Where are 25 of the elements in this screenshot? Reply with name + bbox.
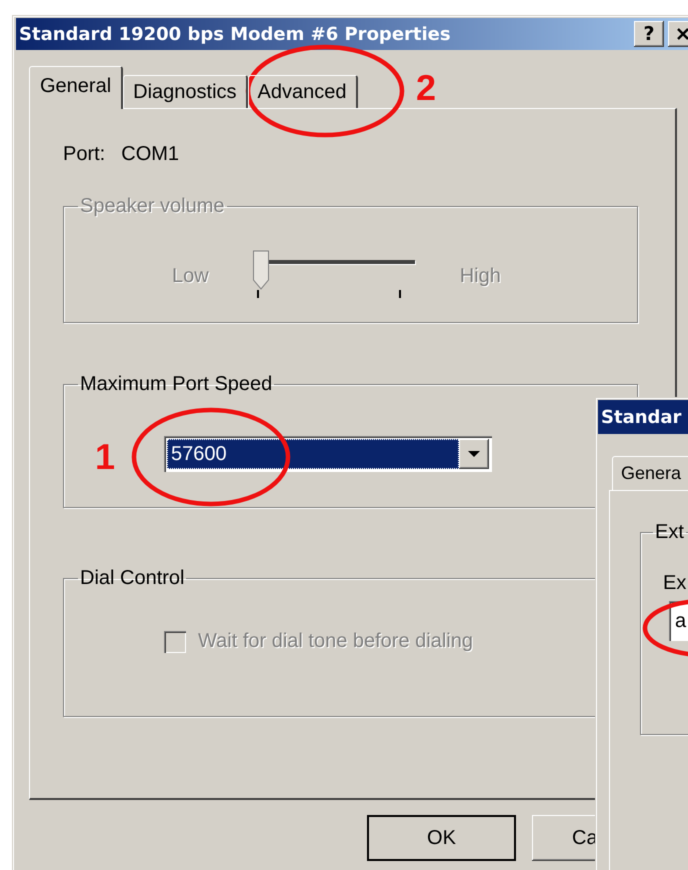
dropdown-value: 57600 <box>167 439 459 469</box>
port-label: Port: <box>63 142 106 166</box>
window-title: Standar <box>601 406 682 428</box>
group-title: Dial Control <box>79 567 186 590</box>
high-label: High <box>460 264 501 288</box>
annotation-number: 1 <box>95 437 116 477</box>
close-icon <box>675 26 688 42</box>
group-title: Maximum Port Speed <box>79 373 274 396</box>
tick-mark <box>256 290 259 298</box>
dialog-button[interactable]: OK <box>367 815 516 861</box>
tab[interactable]: Genera <box>612 456 688 490</box>
checkbox-label: Wait for dial tone before dialing <box>198 630 473 653</box>
field-label: Ex <box>663 572 688 595</box>
port-value: COM1 <box>121 142 180 166</box>
port-speed-dropdown[interactable]: 57600 <box>164 436 492 472</box>
tick-mark <box>398 290 401 298</box>
tab[interactable]: Diagnostics <box>123 75 248 108</box>
tab[interactable]: Advanced <box>248 75 358 108</box>
annotation-number: 2 <box>416 68 436 108</box>
window-title: Standard 19200 bps Modem #6 Properties <box>19 24 452 44</box>
help-button[interactable]: ? <box>634 21 664 47</box>
tab[interactable]: General <box>29 66 124 109</box>
group-title: Ext <box>654 521 685 544</box>
group-title: Speaker volume <box>79 195 226 218</box>
low-label: Low <box>172 264 209 288</box>
